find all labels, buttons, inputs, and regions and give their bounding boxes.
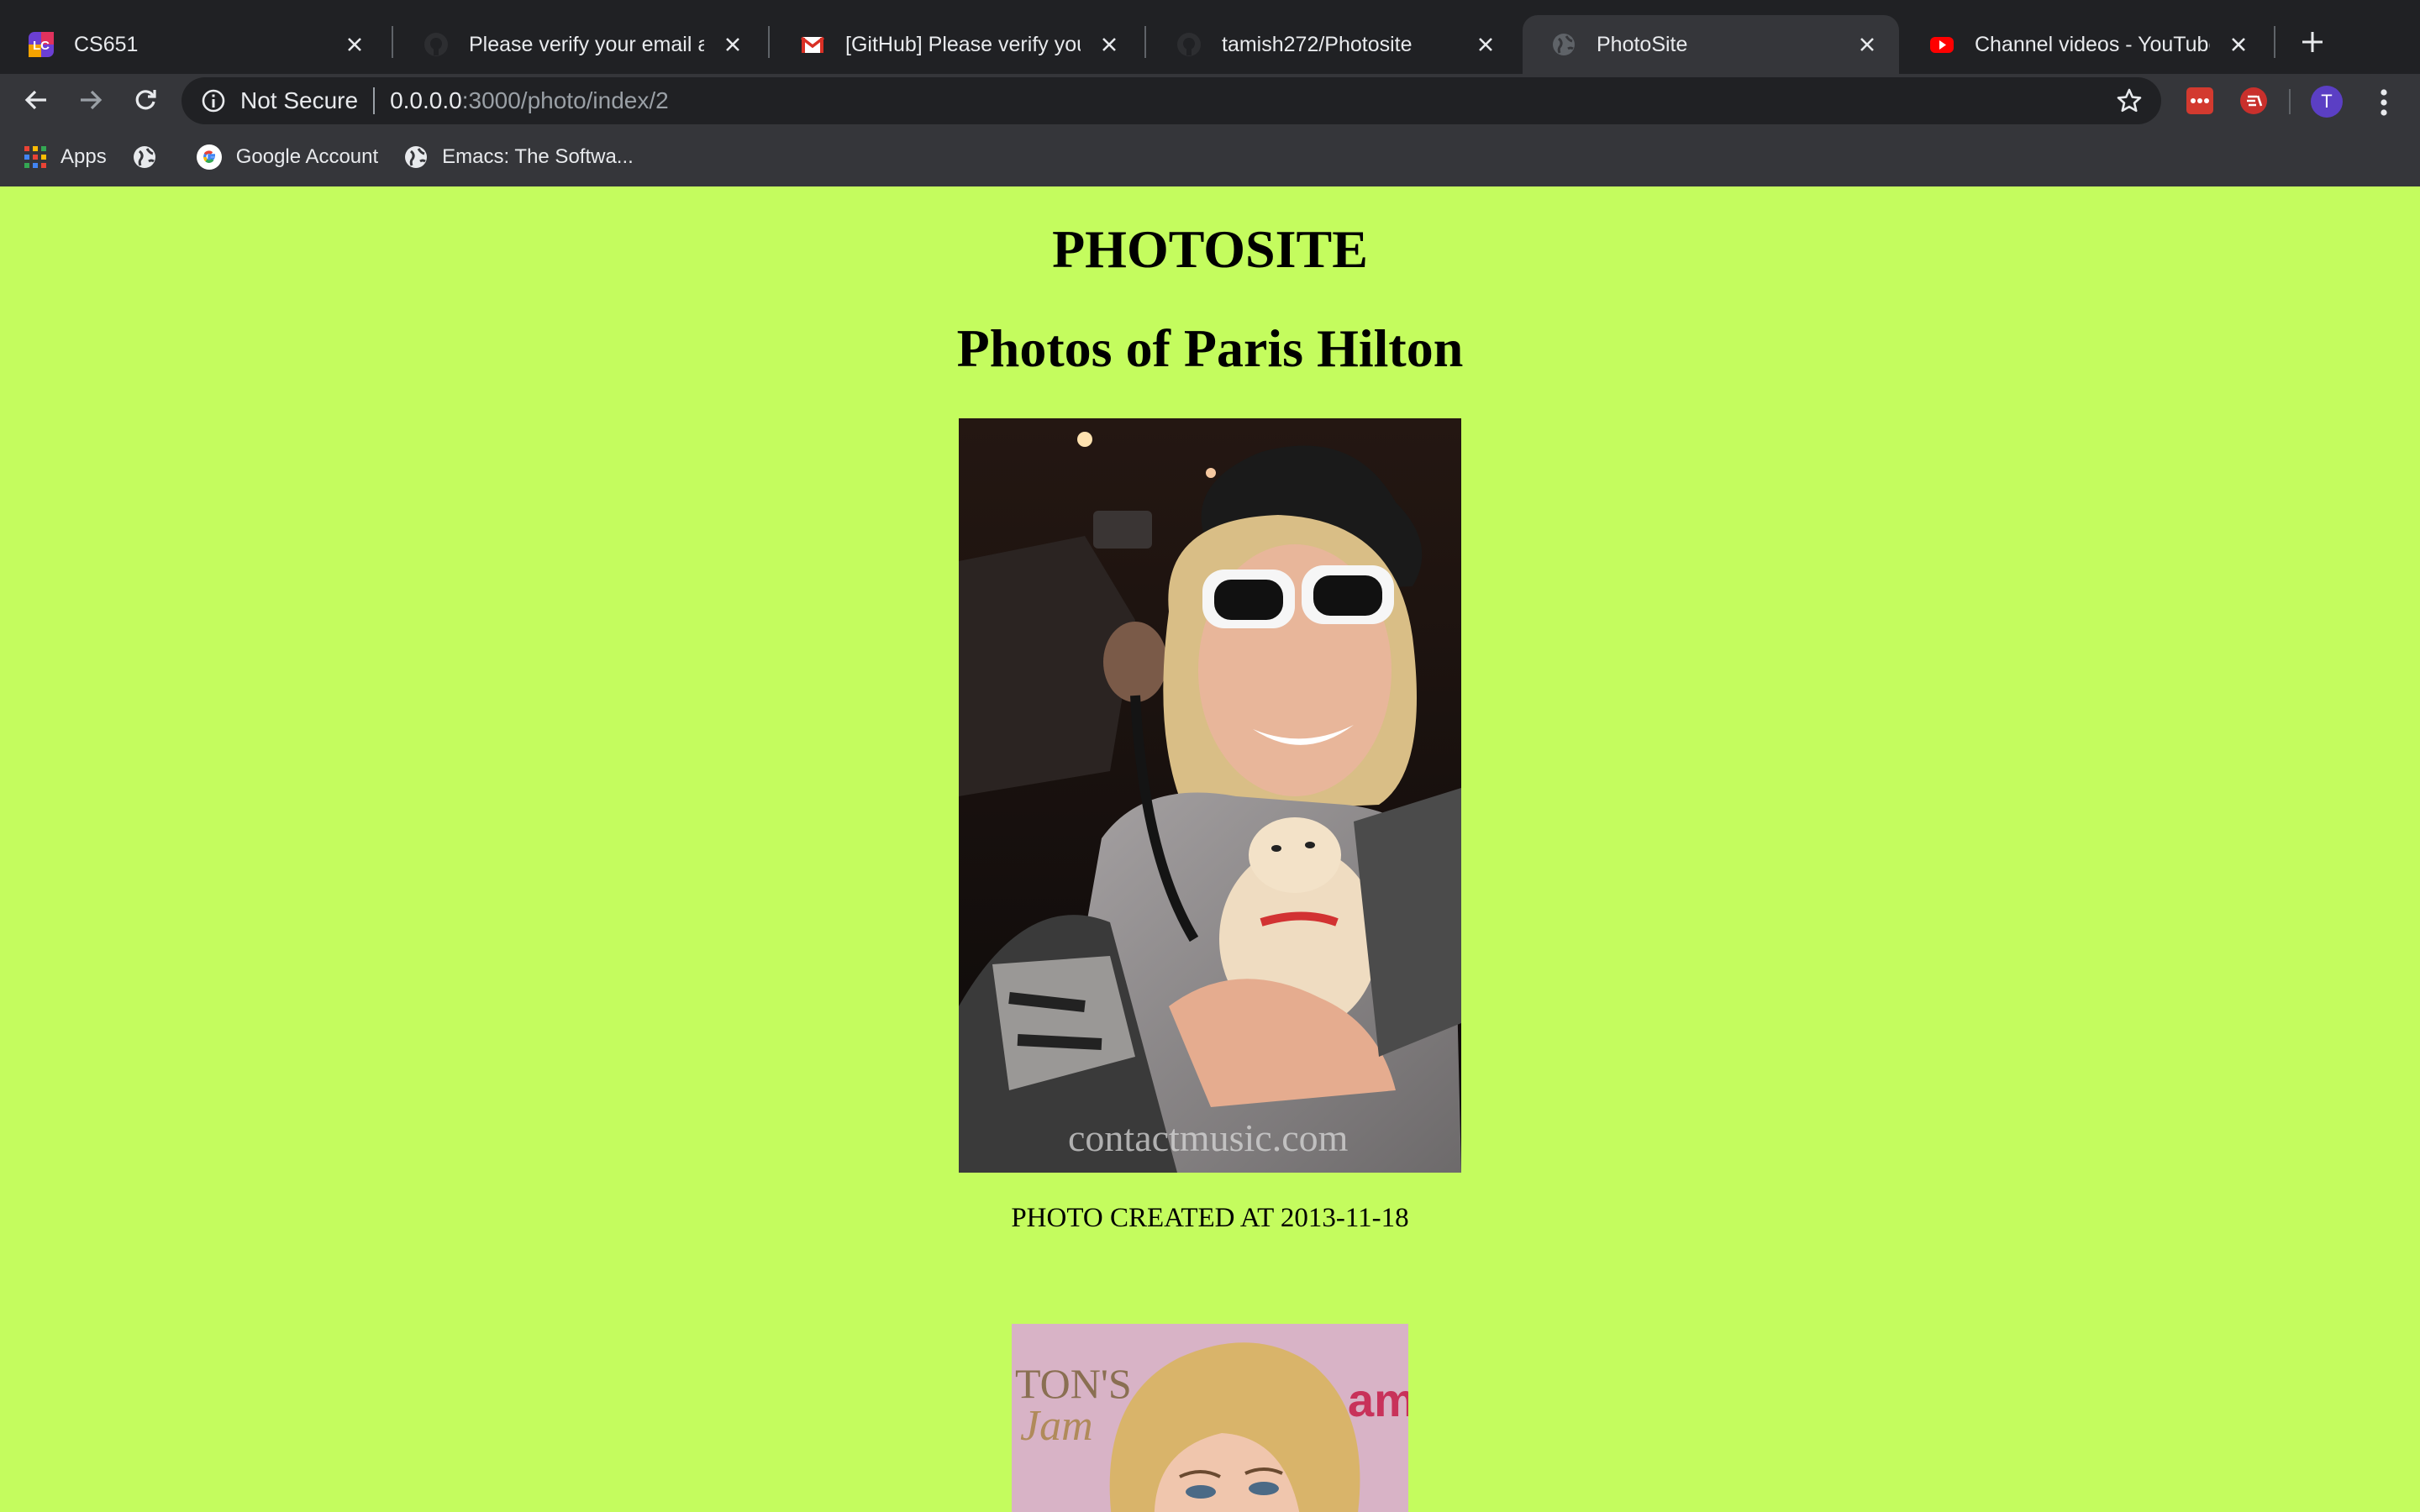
- gmail-icon: [800, 36, 825, 53]
- google-icon: [196, 144, 222, 170]
- tab-title: tamish272/Photosite: [1222, 32, 1413, 56]
- url-path: :3000/photo/index/2: [461, 87, 669, 113]
- github-icon: [1177, 33, 1201, 56]
- tab-title: CS651: [74, 32, 139, 56]
- tab-cs651[interactable]: LC CS651: [0, 15, 387, 74]
- tab-github-email[interactable]: [GitHub] Please verify your em: [771, 15, 1141, 74]
- globe-icon: [1553, 34, 1575, 55]
- close-icon[interactable]: [2222, 28, 2255, 61]
- globe-icon: [133, 146, 155, 168]
- address-divider: [373, 87, 376, 114]
- reload-button[interactable]: [124, 79, 166, 121]
- reload-icon: [135, 90, 156, 110]
- github-icon: [424, 33, 448, 56]
- page-title: Photos of Paris Hilton: [956, 318, 1464, 378]
- tab-separator: [1144, 26, 1146, 58]
- tab-title: PhotoSite: [1597, 32, 1688, 56]
- tab-separator: [768, 26, 770, 58]
- url-host: 0.0.0.0: [390, 87, 462, 113]
- site-title: PHOTOSITE: [1052, 219, 1368, 279]
- close-icon[interactable]: [1092, 28, 1126, 61]
- bookmark-emacs[interactable]: Emacs: The Softwa...: [403, 144, 634, 170]
- extension-expressvpn-icon[interactable]: [2240, 87, 2267, 114]
- address-bar[interactable]: Not Secure 0.0.0.0:3000/photo/index/2: [182, 77, 2161, 124]
- apps-grid-icon: [24, 146, 46, 168]
- close-icon[interactable]: [1850, 28, 1884, 61]
- extension-lastpass-icon[interactable]: [2186, 87, 2213, 114]
- bookmark-label: Google Account: [235, 145, 379, 168]
- tab-separator: [392, 26, 393, 58]
- profile-avatar[interactable]: T: [2311, 86, 2343, 118]
- security-status[interactable]: Not Secure: [240, 87, 358, 114]
- plus-icon: [2302, 32, 2323, 52]
- tab-title: Channel videos - YouTube Stu: [1975, 32, 2210, 56]
- tab-youtube-studio[interactable]: Channel videos - YouTube Stu: [1901, 15, 2270, 74]
- youtube-icon: [1930, 37, 1954, 53]
- toolbar: Not Secure 0.0.0.0:3000/photo/index/2 T: [0, 74, 2420, 126]
- bookmark-apps[interactable]: Apps: [24, 145, 107, 169]
- page-content: PHOTOSITE Photos of Paris Hilton contact…: [0, 186, 2420, 1512]
- photo-paris-hilton-portrait: TON'S Jam am: [1012, 1324, 1408, 1512]
- info-icon[interactable]: [200, 87, 227, 114]
- close-icon[interactable]: [716, 28, 750, 61]
- new-tab-button[interactable]: [2294, 24, 2331, 60]
- bookmark-label: Emacs: The Softwa...: [442, 145, 634, 168]
- forward-arrow-icon: [81, 90, 103, 110]
- tab-title: [GitHub] Please verify your em: [845, 32, 1081, 56]
- star-icon[interactable]: [2116, 87, 2143, 114]
- more-vert-icon: [2381, 89, 2387, 116]
- photo-image[interactable]: TON'S Jam am: [1012, 1324, 1408, 1512]
- tab-strip: LC CS651 Please verify your email addre: [0, 0, 2420, 74]
- bookmark-google-account[interactable]: Google Account: [196, 144, 378, 171]
- backdrop-text: Jam: [1020, 1402, 1093, 1450]
- forward-button[interactable]: [70, 79, 112, 121]
- photo-paris-hilton-dog: contactmusic.com: [959, 418, 1461, 1173]
- photo-image[interactable]: contactmusic.com: [959, 418, 1461, 1173]
- menu-button[interactable]: [2370, 84, 2398, 121]
- back-arrow-icon: [24, 90, 46, 110]
- lc-logo-icon: LC: [29, 32, 54, 57]
- bookmarks-bar: Apps Google Account Emacs: The Softwa...: [0, 134, 2420, 180]
- svg-text:LC: LC: [33, 39, 50, 53]
- photo-caption: PHOTO CREATED AT 2013-11-18: [1011, 1203, 1409, 1233]
- tab-photosite[interactable]: PhotoSite: [1523, 15, 1899, 74]
- backdrop-text: TON'S: [1015, 1360, 1132, 1407]
- tab-photosite-repo[interactable]: tamish272/Photosite: [1148, 15, 1518, 74]
- tab-title: Please verify your email addre: [469, 32, 704, 56]
- toolbar-separator: [2289, 89, 2291, 114]
- close-icon[interactable]: [338, 28, 371, 61]
- backdrop-text: am: [1348, 1373, 1408, 1426]
- back-button[interactable]: [15, 79, 57, 121]
- tab-verify-email[interactable]: Please verify your email addre: [395, 15, 765, 74]
- browser-chrome: LC CS651 Please verify your email addre: [0, 0, 2420, 186]
- close-icon[interactable]: [1469, 28, 1502, 61]
- bookmark-globe[interactable]: [132, 144, 171, 170]
- globe-icon: [405, 146, 428, 168]
- tab-separator: [2274, 26, 2275, 58]
- photo-watermark: contactmusic.com: [1068, 1116, 1349, 1159]
- bookmark-label: Apps: [60, 145, 107, 168]
